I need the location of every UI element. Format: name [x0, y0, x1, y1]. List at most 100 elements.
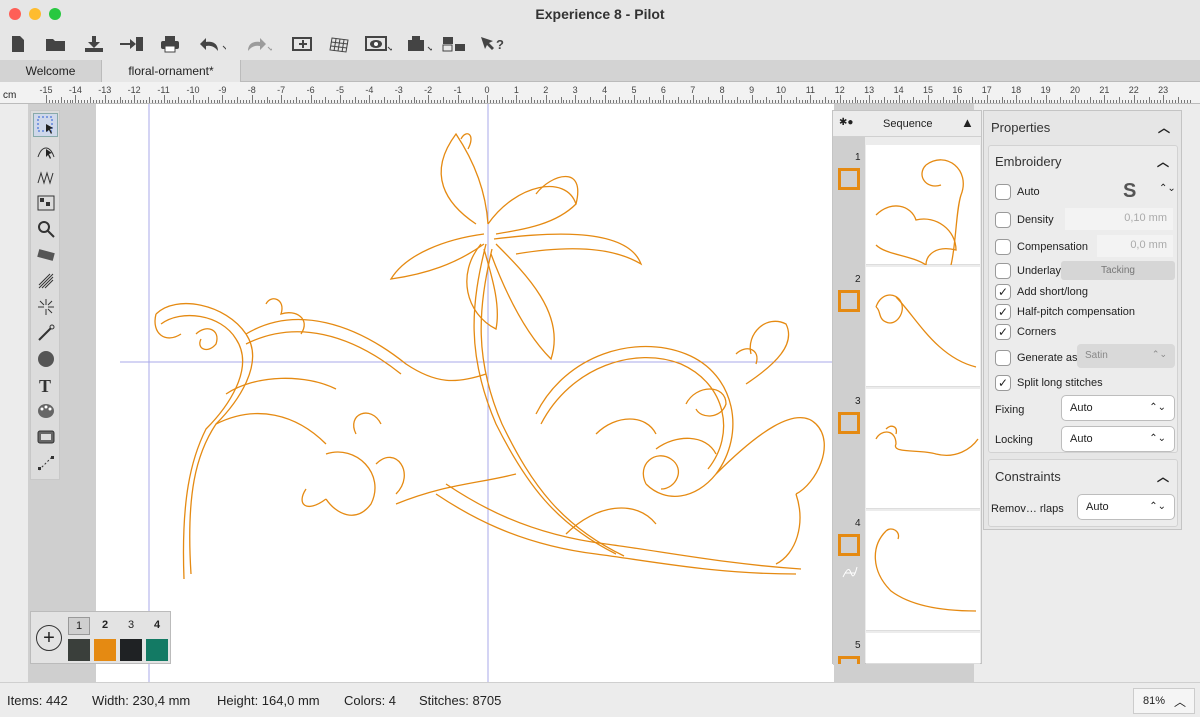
add-short-long-checkbox[interactable]: ✓ [995, 284, 1011, 300]
ruler-mark [869, 95, 871, 103]
ruler-tick-label: 11 [805, 85, 816, 95]
add-color-button[interactable]: + [36, 625, 62, 651]
locking-select[interactable]: Auto ⌃⌄ [1061, 426, 1175, 452]
measure-tool-icon[interactable] [33, 243, 58, 267]
sequence-color-marker[interactable] [838, 412, 860, 434]
underlay-checkbox[interactable] [995, 263, 1011, 279]
sequence-thumbnail[interactable] [866, 389, 980, 509]
circle-tool-icon[interactable] [33, 347, 58, 371]
generate-as-checkbox[interactable] [995, 350, 1011, 366]
compensation-field[interactable]: 0,0 mm [1097, 235, 1173, 257]
constraints-collapse-icon[interactable]: ︿ [1157, 468, 1169, 485]
hoop-icon[interactable] [404, 32, 432, 56]
density-checkbox[interactable] [995, 212, 1011, 228]
help-icon[interactable]: ? [478, 32, 506, 56]
sequence-color-marker[interactable] [838, 534, 860, 556]
corners-checkbox[interactable]: ✓ [995, 324, 1011, 340]
ruler-tick-label: 1 [513, 85, 519, 95]
color-number-3[interactable]: 3 [120, 617, 142, 635]
redo-icon[interactable] [244, 32, 272, 56]
text-tool-icon[interactable]: T [33, 373, 58, 397]
sequence-color-marker[interactable] [838, 656, 860, 664]
paste-icon[interactable] [288, 32, 316, 56]
fixing-select[interactable]: Auto ⌃⌄ [1061, 395, 1175, 421]
palette-tool-icon[interactable] [33, 399, 58, 423]
zoom-window-button[interactable] [49, 8, 61, 20]
generate-as-select[interactable]: Satin ⌃⌄ [1077, 344, 1175, 368]
ruler-mark [848, 100, 850, 103]
undo-icon[interactable] [198, 32, 226, 56]
underlay-label: Underlay [1017, 265, 1062, 277]
save-icon[interactable] [80, 32, 108, 56]
stitch-type-stepper[interactable]: ⌃⌄ [1159, 183, 1176, 194]
minimize-window-button[interactable] [29, 8, 41, 20]
sequence-color-marker[interactable] [838, 290, 860, 312]
sparkle-tool-icon[interactable] [33, 295, 58, 319]
signature-icon [841, 563, 859, 581]
color-swatch-2[interactable] [94, 639, 116, 661]
split-icon[interactable] [440, 32, 468, 56]
ruler-mark [451, 100, 453, 103]
zoom-control[interactable]: 81% ︿ [1133, 688, 1195, 714]
view-icon[interactable] [364, 32, 392, 56]
compensation-checkbox[interactable] [995, 239, 1011, 255]
zoom-tool-icon[interactable] [33, 217, 58, 241]
pattern-tool-icon[interactable] [33, 191, 58, 215]
frame-tool-icon[interactable] [33, 425, 58, 449]
embroidery-collapse-icon[interactable]: ︿ [1157, 153, 1169, 170]
ruler-mark [160, 100, 162, 103]
color-number-4[interactable]: 4 [146, 617, 168, 635]
half-pitch-checkbox[interactable]: ✓ [995, 304, 1011, 320]
bezier-tool-icon[interactable] [33, 139, 58, 163]
needle-tool-icon[interactable] [33, 321, 58, 345]
sequence-options-icon[interactable]: ✱● [839, 117, 853, 128]
tab-floral-ornament[interactable]: floral-ornament* [102, 60, 241, 82]
ruler-mark [316, 100, 318, 103]
sequence-thumbnail[interactable] [866, 633, 980, 664]
ruler-mark [948, 100, 950, 103]
ruler-mark [1022, 100, 1024, 103]
underlay-type-button[interactable]: Tacking [1061, 261, 1175, 280]
ruler-mark [560, 97, 562, 103]
auto-checkbox[interactable] [995, 184, 1011, 200]
ruler-mark [66, 100, 68, 103]
density-field[interactable]: 0,10 mm [1065, 208, 1173, 230]
ruler-mark [742, 100, 744, 103]
select-tool-icon[interactable] [33, 113, 58, 137]
ruler-mark [548, 100, 550, 103]
import-icon[interactable] [118, 32, 146, 56]
open-folder-icon[interactable] [42, 32, 70, 56]
sequence-thumbnail[interactable] [866, 145, 980, 267]
zoom-chevron-up-icon[interactable]: ︿ [1174, 693, 1186, 710]
color-swatch-4[interactable] [146, 639, 168, 661]
stitch-tool-icon[interactable] [33, 165, 58, 189]
ruler-tick-label: 6 [660, 85, 666, 95]
stitch-type-icon[interactable]: S [1123, 180, 1136, 203]
ruler-mark [678, 97, 680, 103]
sequence-thumbnail[interactable] [866, 511, 980, 631]
remove-overlaps-select[interactable]: Auto ⌃⌄ [1077, 494, 1175, 520]
tab-welcome[interactable]: Welcome [0, 60, 102, 82]
fill-tool-icon[interactable] [33, 269, 58, 293]
sequence-thumbnail[interactable] [866, 267, 980, 387]
split-long-checkbox[interactable]: ✓ [995, 375, 1011, 391]
sequence-color-marker[interactable] [838, 168, 860, 190]
color-number-1[interactable]: 1 [68, 617, 90, 635]
new-file-icon[interactable] [4, 32, 32, 56]
floral-ornament-design[interactable] [96, 104, 834, 682]
constraints-section: Constraints ︿ Remov… rlaps Auto ⌃⌄ [988, 459, 1178, 527]
sequence-collapse-icon[interactable]: ▲ [961, 115, 974, 130]
print-icon[interactable] [156, 32, 184, 56]
ruler-mark [878, 100, 880, 103]
color-swatch-1[interactable] [68, 639, 90, 661]
close-window-button[interactable] [9, 8, 21, 20]
ruler-mark [916, 100, 918, 103]
grid-icon[interactable] [326, 32, 354, 56]
color-swatch-3[interactable] [120, 639, 142, 661]
properties-collapse-icon[interactable]: ︿ [1158, 119, 1170, 136]
ruler-mark [207, 97, 209, 103]
node-tool-icon[interactable] [33, 451, 58, 475]
color-number-2[interactable]: 2 [94, 617, 116, 635]
design-canvas[interactable] [96, 104, 834, 682]
ruler-mark [892, 100, 894, 103]
